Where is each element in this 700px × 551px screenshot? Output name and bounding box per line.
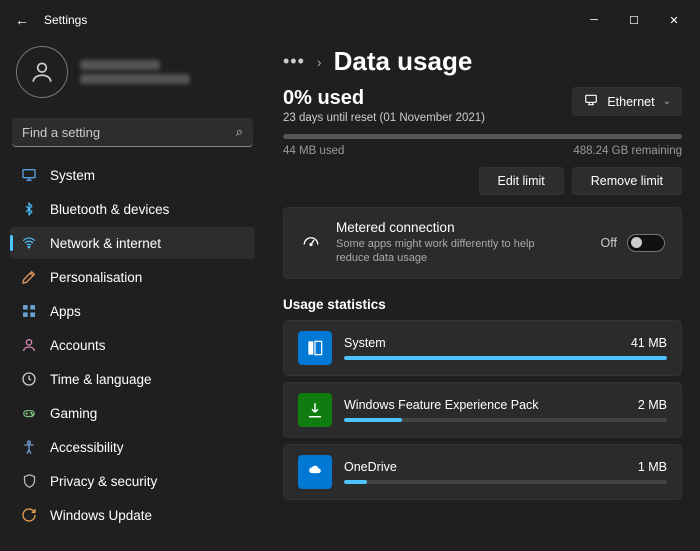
nav-label: Gaming (50, 406, 97, 421)
app-usage: 1 MB (638, 460, 667, 474)
app-usage-row[interactable]: OneDrive 1 MB (283, 444, 682, 500)
nav-label: Windows Update (50, 508, 152, 523)
remove-limit-button[interactable]: Remove limit (572, 167, 682, 195)
nav-system[interactable]: System (10, 159, 255, 191)
network-selector[interactable]: Ethernet ⌄ (572, 87, 682, 116)
nav-label: Bluetooth & devices (50, 202, 169, 217)
title-bar: ← Settings ─ ☐ ✕ (0, 0, 700, 40)
used-amount: 44 MB used (283, 145, 344, 157)
nav-label: System (50, 168, 95, 183)
reset-subtext: 23 days until reset (01 November 2021) (283, 112, 485, 124)
search-icon: ⌕ (236, 124, 243, 140)
nav-label: Apps (50, 304, 81, 319)
app-usage-bar (344, 480, 667, 484)
remaining-amount: 488.24 GB remaining (573, 145, 682, 157)
avatar-icon (16, 46, 68, 98)
ethernet-icon (583, 93, 599, 110)
app-name: OneDrive (344, 460, 397, 474)
app-icon (298, 331, 332, 365)
chevron-down-icon: ⌄ (663, 96, 671, 107)
app-usage: 2 MB (638, 398, 667, 412)
brush-icon (20, 268, 38, 286)
apps-icon (20, 302, 38, 320)
gauge-icon (300, 231, 322, 254)
nav-windows-update[interactable]: Windows Update (10, 499, 255, 531)
nav-label: Personalisation (50, 270, 142, 285)
gaming-icon (20, 404, 38, 422)
metered-connection-card: Metered connection Some apps might work … (283, 207, 682, 279)
main-content: ••• › Data usage 0% used 23 days until r… (265, 40, 700, 551)
metered-toggle[interactable] (627, 234, 665, 252)
account-profile[interactable] (10, 40, 255, 114)
app-usage-bar (344, 418, 667, 422)
nav-time-language[interactable]: Time & language (10, 363, 255, 395)
page-title: Data usage (334, 46, 473, 77)
nav-label: Privacy & security (50, 474, 157, 489)
nav-label: Accessibility (50, 440, 124, 455)
nav-network[interactable]: Network & internet (10, 227, 255, 259)
search-input[interactable] (22, 125, 236, 140)
close-button[interactable]: ✕ (654, 5, 694, 35)
wifi-icon (20, 234, 38, 252)
edit-limit-button[interactable]: Edit limit (479, 167, 564, 195)
usage-progress-bar (283, 134, 682, 139)
accessibility-icon (20, 438, 38, 456)
nav-label: Time & language (50, 372, 152, 387)
accounts-icon (20, 336, 38, 354)
search-box[interactable]: ⌕ (12, 118, 253, 147)
toggle-state: Off (601, 236, 617, 250)
nav-apps[interactable]: Apps (10, 295, 255, 327)
app-usage: 41 MB (631, 336, 667, 350)
nav-privacy[interactable]: Privacy & security (10, 465, 255, 497)
metered-title: Metered connection (336, 220, 546, 235)
maximize-button[interactable]: ☐ (614, 5, 654, 35)
back-button[interactable]: ← (6, 12, 38, 28)
nav-label: Network & internet (50, 236, 161, 251)
app-icon (298, 393, 332, 427)
usage-stats-heading: Usage statistics (283, 297, 682, 312)
usage-summary: 0% used 23 days until reset (01 November… (283, 87, 485, 124)
nav-bluetooth[interactable]: Bluetooth & devices (10, 193, 255, 225)
window-title: Settings (44, 13, 87, 27)
breadcrumb: ••• › Data usage (283, 46, 682, 77)
app-icon (298, 455, 332, 489)
nav-label: Accounts (50, 338, 106, 353)
bluetooth-icon (20, 200, 38, 218)
sidebar: ⌕ System Bluetooth & devices Network & i… (0, 40, 265, 551)
usage-percent: 0% used (283, 87, 485, 110)
app-name: System (344, 336, 386, 350)
nav-personalisation[interactable]: Personalisation (10, 261, 255, 293)
app-name: Windows Feature Experience Pack (344, 398, 539, 412)
network-label: Ethernet (607, 95, 654, 109)
nav-accessibility[interactable]: Accessibility (10, 431, 255, 463)
metered-desc: Some apps might work differently to help… (336, 237, 546, 266)
app-usage-row[interactable]: Windows Feature Experience Pack 2 MB (283, 382, 682, 438)
system-icon (20, 166, 38, 184)
app-usage-bar (344, 356, 667, 360)
minimize-button[interactable]: ─ (574, 5, 614, 35)
account-name-redacted (80, 56, 190, 88)
nav-accounts[interactable]: Accounts (10, 329, 255, 361)
update-icon (20, 506, 38, 524)
breadcrumb-more-icon[interactable]: ••• (283, 51, 305, 72)
app-usage-row[interactable]: System 41 MB (283, 320, 682, 376)
shield-icon (20, 472, 38, 490)
chevron-right-icon: › (317, 54, 322, 70)
nav-gaming[interactable]: Gaming (10, 397, 255, 429)
nav-list: System Bluetooth & devices Network & int… (10, 159, 255, 531)
clock-icon (20, 370, 38, 388)
